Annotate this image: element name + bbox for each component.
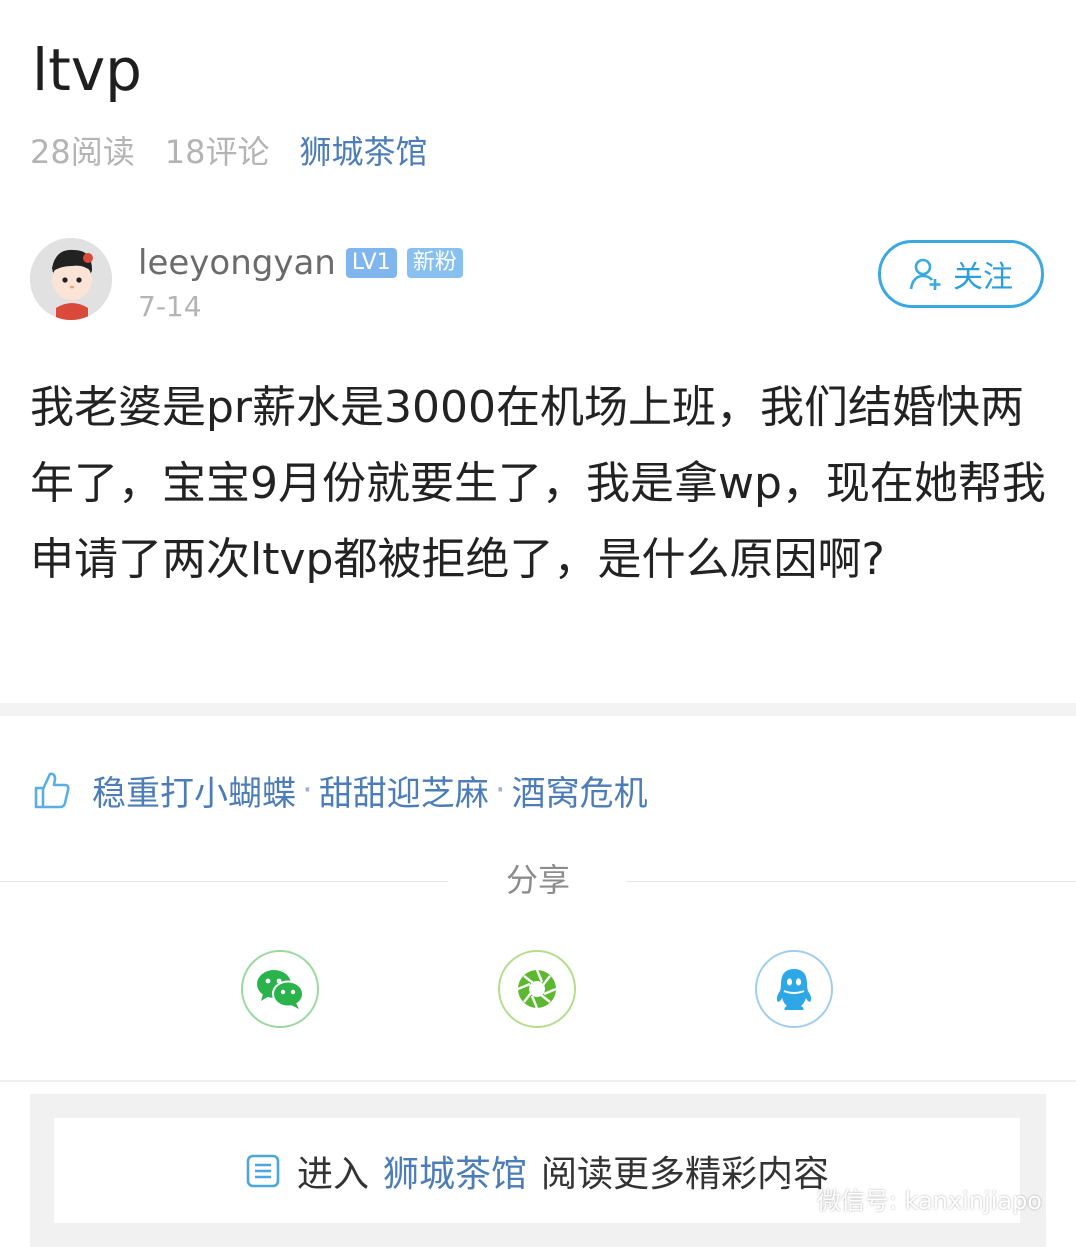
post-content: 我老婆是pr薪水是3000在机场上班，我们结婚快两年了，宝宝9月份就要生了，我是… xyxy=(30,382,1046,585)
wechat-icon xyxy=(257,970,304,1009)
share-moments-button[interactable] xyxy=(498,950,576,1028)
share-header: 分享 xyxy=(0,858,1076,902)
watermark: 微信号: kanxinjiapo xyxy=(773,1180,1042,1216)
post-title: ltvp xyxy=(32,36,142,104)
avatar[interactable] xyxy=(30,238,112,320)
share-wechat-button[interactable] xyxy=(241,950,319,1028)
enter-forum-text: 进入 狮城茶馆 阅读更多精彩内容 xyxy=(245,1145,829,1197)
section-divider xyxy=(0,703,1076,716)
add-user-icon xyxy=(909,258,941,290)
like-user-name[interactable]: 甜甜迎芝麻 xyxy=(319,766,489,815)
follow-label: 关注 xyxy=(953,260,1013,295)
like-user-name[interactable]: 稳重打小蝴蝶 xyxy=(92,766,296,815)
document-icon xyxy=(246,1154,280,1187)
like-separator: · xyxy=(302,770,313,810)
bottom-divider xyxy=(0,1080,1076,1082)
author-row: leeyongyan LV1 新粉 7-14 关注 xyxy=(30,238,1046,324)
follow-button[interactable]: 关注 xyxy=(878,240,1044,308)
avatar-cartoon-icon xyxy=(30,238,112,320)
like-separator: · xyxy=(494,770,506,810)
likes-row: 稳重打小蝴蝶 · 甜甜迎芝麻 · 酒窝危机 xyxy=(32,764,648,816)
post-meta: 28阅读 18评论 狮城茶馆 xyxy=(30,128,457,172)
level-badge: LV1 xyxy=(345,248,397,278)
share-qq-button[interactable] xyxy=(755,950,833,1028)
fan-badge: 新粉 xyxy=(406,248,463,278)
forum-link[interactable]: 狮城茶馆 xyxy=(299,127,427,173)
watermark-text: 微信号: kanxinjiapo xyxy=(816,1186,1042,1215)
comment-count[interactable]: 18评论 xyxy=(165,127,270,173)
qq-icon xyxy=(776,969,812,1010)
like-user-name[interactable]: 酒窝危机 xyxy=(512,766,648,815)
wechat-icon xyxy=(773,1184,808,1212)
share-label: 分享 xyxy=(505,861,570,899)
enter-prefix: 进入 xyxy=(296,1153,369,1195)
thumbs-up-icon[interactable] xyxy=(32,770,72,810)
bottom-panel: 进入 狮城茶馆 阅读更多精彩内容 xyxy=(30,1094,1046,1247)
author-info: leeyongyan LV1 新粉 xyxy=(138,240,463,286)
author-name[interactable]: leeyongyan xyxy=(138,240,336,286)
post-date: 7-14 xyxy=(138,290,202,323)
moments-icon xyxy=(517,969,557,1009)
read-count: 28阅读 xyxy=(30,133,135,171)
forum-link[interactable]: 狮城茶馆 xyxy=(383,1145,527,1197)
